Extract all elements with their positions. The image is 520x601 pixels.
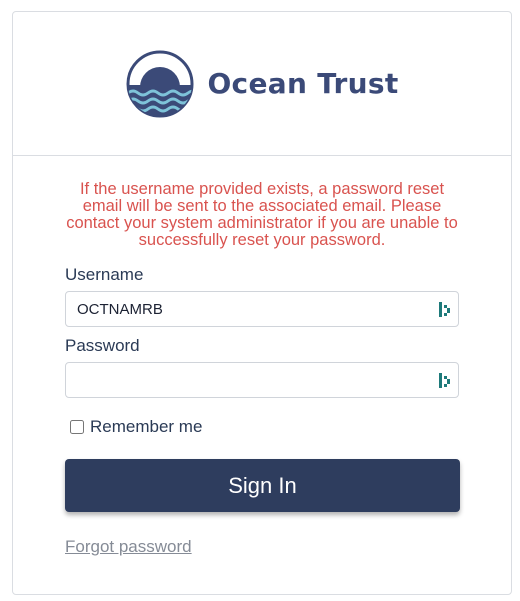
password-label: Password bbox=[65, 336, 140, 355]
login-form: If the username provided exists, a passw… bbox=[13, 181, 511, 557]
password-field-wrapper bbox=[65, 362, 459, 398]
username-input[interactable] bbox=[66, 292, 458, 326]
forgot-password-link[interactable]: Forgot password bbox=[65, 537, 192, 557]
logo: Ocean Trust bbox=[125, 49, 398, 119]
remember-me-checkbox[interactable] bbox=[70, 420, 84, 434]
brand-name: Ocean Trust bbox=[207, 67, 399, 100]
reset-notice: If the username provided exists, a passw… bbox=[66, 180, 458, 249]
login-card: Ocean Trust If the username provided exi… bbox=[12, 11, 512, 595]
ocean-trust-logo-icon bbox=[126, 50, 194, 117]
username-label: Username bbox=[65, 265, 144, 284]
remember-me-row: Remember me bbox=[69, 417, 459, 437]
password-input[interactable] bbox=[66, 363, 458, 397]
brand-header: Ocean Trust bbox=[13, 12, 511, 156]
password-manager-icon[interactable] bbox=[438, 301, 452, 318]
username-field-wrapper bbox=[65, 291, 459, 327]
password-manager-icon[interactable] bbox=[438, 372, 452, 389]
remember-me-label[interactable]: Remember me bbox=[90, 417, 202, 437]
sign-in-button[interactable]: Sign In bbox=[65, 459, 460, 512]
